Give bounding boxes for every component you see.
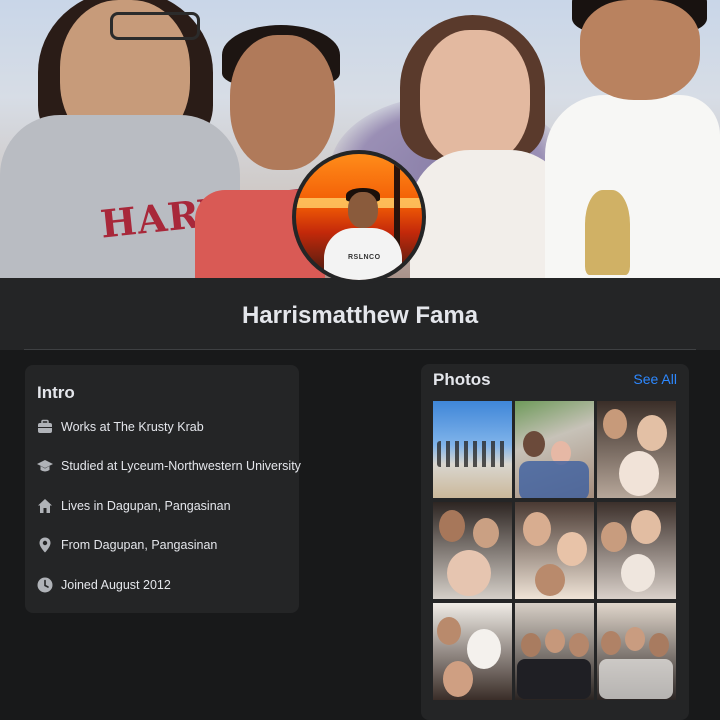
intro-item-from[interactable]: From Dagupan, Pangasinan [37, 535, 217, 555]
photo-thumbnail[interactable] [515, 603, 594, 700]
graduation-cap-icon [37, 458, 53, 474]
avatar-face [348, 192, 378, 228]
intro-item-text: Joined August 2012 [61, 578, 171, 592]
intro-item-work[interactable]: Works at The Krusty Krab [37, 417, 204, 437]
avatar-shirt-text: RSLNCO [348, 254, 381, 261]
photo-thumbnail[interactable] [597, 502, 676, 599]
intro-item-text: From Dagupan, Pangasinan [61, 538, 218, 552]
photos-title: Photos [433, 370, 491, 389]
photo-thumbnail[interactable] [515, 502, 594, 599]
photo-thumbnail[interactable] [597, 603, 676, 700]
photo-thumbnail[interactable] [433, 603, 512, 700]
intro-item-text: Lives in Dagupan, Pangasinan [61, 499, 231, 513]
see-all-photos-link[interactable]: See All [633, 371, 677, 387]
header-divider [24, 349, 696, 350]
cover-person-3-face [420, 30, 530, 165]
photo-thumbnail[interactable] [515, 401, 594, 498]
photo-thumbnail[interactable] [433, 401, 512, 498]
profile-picture[interactable]: RSLNCO [292, 150, 426, 284]
cover-person-1-glasses [110, 12, 200, 40]
cover-person-4-shirt [545, 95, 720, 278]
cover-person-4-face [580, 0, 700, 100]
location-pin-icon [37, 537, 53, 553]
cover-person-4-shirt-print [585, 190, 630, 275]
photos-card: Photos See All [421, 364, 689, 720]
intro-card: Intro Works at The Krusty Krab Studied a… [25, 365, 301, 613]
intro-item-joined[interactable]: Joined August 2012 [37, 575, 171, 595]
photo-thumbnail[interactable] [597, 401, 676, 498]
intro-title: Intro [37, 383, 75, 402]
photo-thumbnail[interactable] [433, 502, 512, 599]
clock-icon [37, 577, 53, 593]
intro-item-text: Studied at Lyceum-Northwestern Universit… [61, 459, 301, 473]
cover-person-2-face [230, 35, 335, 170]
home-icon [37, 498, 53, 514]
briefcase-icon [37, 419, 53, 435]
intro-item-lives-in[interactable]: Lives in Dagupan, Pangasinan [37, 496, 231, 516]
intro-item-education[interactable]: Studied at Lyceum-Northwestern Universit… [37, 456, 301, 476]
profile-name: Harrismatthew Fama [241, 302, 479, 329]
intro-item-text: Works at The Krusty Krab [61, 420, 204, 434]
